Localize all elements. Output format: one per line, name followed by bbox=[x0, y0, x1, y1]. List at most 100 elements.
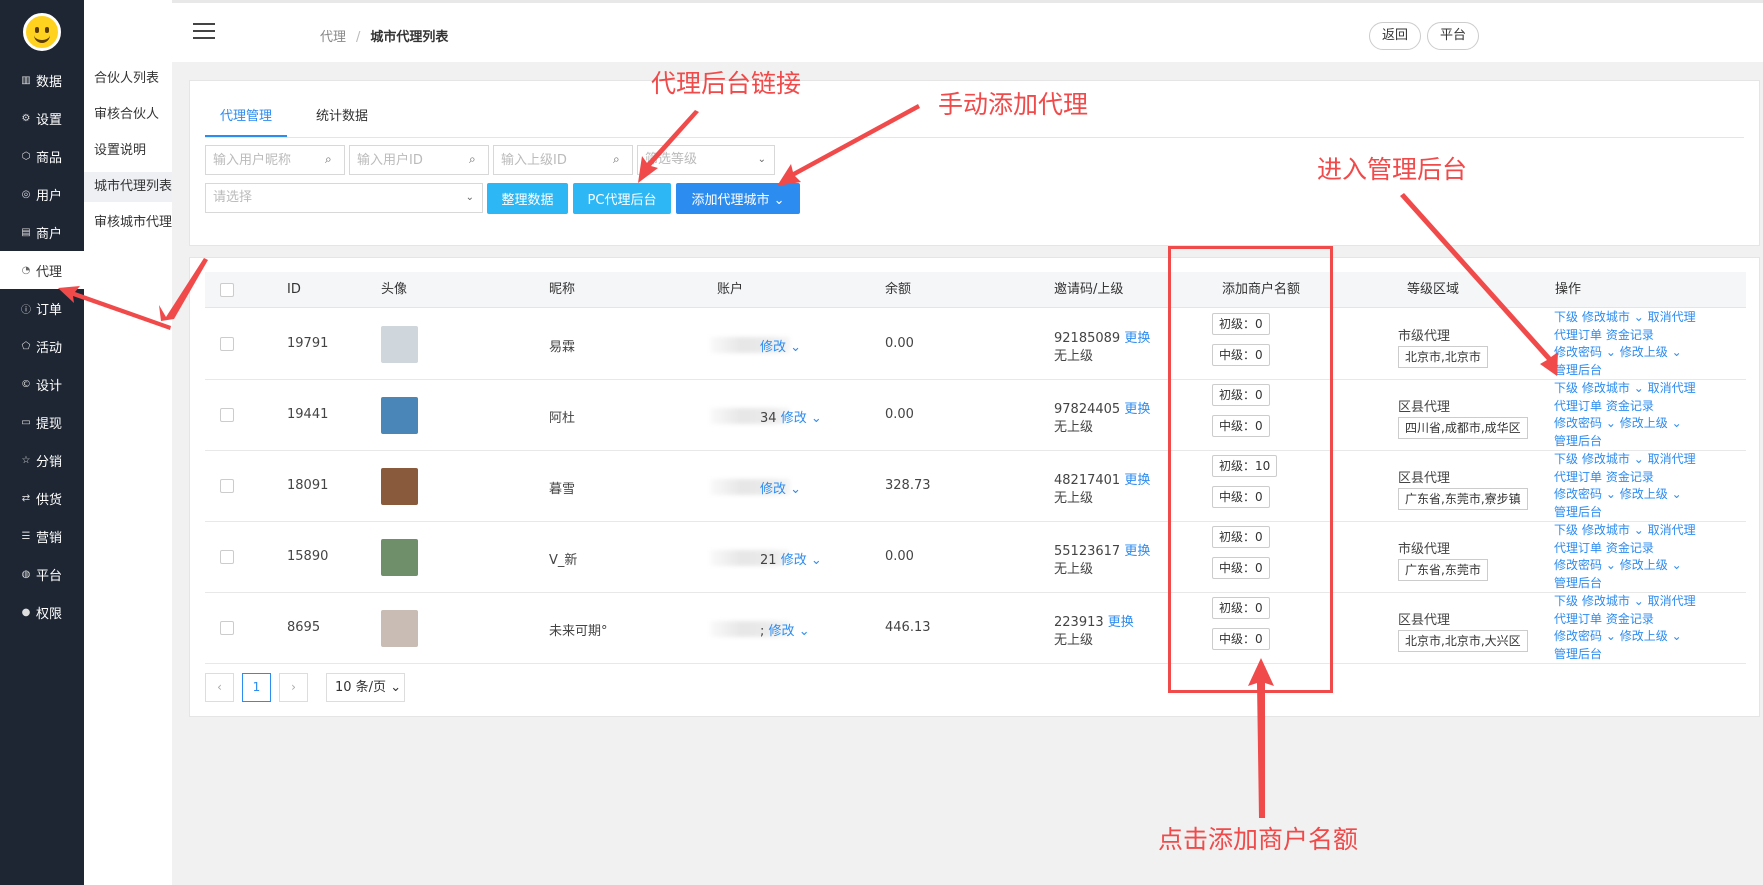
modify-password-link[interactable]: 修改密码 ⌄ bbox=[1554, 416, 1616, 430]
pagination-next-button[interactable]: › bbox=[279, 673, 308, 702]
modify-city-link[interactable]: 修改城市 ⌄ bbox=[1582, 594, 1644, 608]
sidebar-item-platform[interactable]: ◍ 平台 bbox=[0, 555, 84, 593]
admin-backend-link[interactable]: 管理后台 bbox=[1554, 647, 1602, 661]
admin-backend-link[interactable]: 管理后台 bbox=[1554, 363, 1602, 377]
subnav-item-review-partner[interactable]: 审核合伙人 bbox=[84, 100, 172, 130]
row-checkbox[interactable] bbox=[220, 621, 234, 635]
modify-city-link[interactable]: 修改城市 ⌄ bbox=[1582, 523, 1644, 537]
modify-account-link[interactable]: 修改 ⌄ bbox=[769, 624, 810, 639]
modify-parent-link[interactable]: 修改上级 ⌄ bbox=[1620, 345, 1682, 359]
modify-password-link[interactable]: 修改密码 ⌄ bbox=[1554, 629, 1616, 643]
cancel-agent-link[interactable]: 取消代理 bbox=[1648, 452, 1696, 466]
modify-password-link[interactable]: 修改密码 ⌄ bbox=[1554, 558, 1616, 572]
sidebar-item-products[interactable]: ⬡ 商品 bbox=[0, 137, 84, 175]
sidebar-item-design[interactable]: © 设计 bbox=[0, 365, 84, 403]
cancel-agent-link[interactable]: 取消代理 bbox=[1648, 310, 1696, 324]
sub-link[interactable]: 下级 bbox=[1554, 310, 1578, 324]
userid-search-input[interactable] bbox=[349, 145, 489, 175]
modify-parent-link[interactable]: 修改上级 ⌄ bbox=[1620, 558, 1682, 572]
sidebar-item-permissions[interactable]: ● 权限 bbox=[0, 593, 84, 631]
replace-invite-link[interactable]: 更换 bbox=[1124, 473, 1150, 488]
modify-account-link[interactable]: 修改 ⌄ bbox=[781, 553, 822, 568]
sidebar-item-users[interactable]: ◎ 用户 bbox=[0, 175, 84, 213]
select-all-checkbox[interactable] bbox=[220, 283, 234, 297]
page-size-select[interactable]: 10 条/页 ⌄ bbox=[326, 673, 405, 702]
fund-records-link[interactable]: 资金记录 bbox=[1606, 399, 1654, 413]
subnav-item-settings-notes[interactable]: 设置说明 bbox=[84, 136, 172, 166]
cancel-agent-link[interactable]: 取消代理 bbox=[1648, 523, 1696, 537]
modify-account-link[interactable]: 修改 ⌄ bbox=[760, 340, 801, 355]
admin-backend-link[interactable]: 管理后台 bbox=[1554, 434, 1602, 448]
modify-city-link[interactable]: 修改城市 ⌄ bbox=[1582, 381, 1644, 395]
modify-parent-link[interactable]: 修改上级 ⌄ bbox=[1620, 416, 1682, 430]
parentid-search-input[interactable] bbox=[493, 145, 633, 175]
nickname-search-input[interactable] bbox=[205, 145, 345, 175]
sidebar-item-data[interactable]: ▥ 数据 bbox=[0, 61, 84, 99]
sidebar-item-agents[interactable]: ◔ 代理 bbox=[0, 251, 84, 289]
sidebar-item-activities[interactable]: ⬠ 活动 bbox=[0, 327, 84, 365]
modify-city-link[interactable]: 修改城市 ⌄ bbox=[1582, 452, 1644, 466]
level-filter-select[interactable]: 筛选等级 ⌄ bbox=[637, 145, 775, 175]
region-select[interactable]: 请选择 ⌄ bbox=[205, 183, 483, 213]
region-field[interactable]: 广东省,东莞市,寮步镇 bbox=[1398, 488, 1528, 510]
fund-records-link[interactable]: 资金记录 bbox=[1606, 470, 1654, 484]
pagination-prev-button[interactable]: ‹ bbox=[205, 673, 234, 702]
fund-records-link[interactable]: 资金记录 bbox=[1606, 541, 1654, 555]
add-agent-city-button[interactable]: 添加代理城市 ⌄ bbox=[676, 183, 800, 214]
breadcrumb-item-agent[interactable]: 代理 bbox=[320, 30, 346, 45]
row-checkbox[interactable] bbox=[220, 550, 234, 564]
replace-invite-link[interactable]: 更换 bbox=[1124, 331, 1150, 346]
agent-orders-link[interactable]: 代理订单 bbox=[1554, 612, 1602, 626]
modify-account-link[interactable]: 修改 ⌄ bbox=[781, 411, 822, 426]
admin-backend-link[interactable]: 管理后台 bbox=[1554, 505, 1602, 519]
sidebar-item-settings[interactable]: ⚙ 设置 bbox=[0, 99, 84, 137]
sidebar-item-supply[interactable]: ⇄ 供货 bbox=[0, 479, 84, 517]
pc-agent-backend-button[interactable]: PC代理后台 bbox=[573, 183, 671, 214]
sub-link[interactable]: 下级 bbox=[1554, 381, 1578, 395]
replace-invite-link[interactable]: 更换 bbox=[1124, 402, 1150, 417]
tab-agent-management[interactable]: 代理管理 bbox=[205, 105, 287, 137]
agent-orders-link[interactable]: 代理订单 bbox=[1554, 541, 1602, 555]
subnav-item-partner-list[interactable]: 合伙人列表 bbox=[84, 64, 172, 94]
modify-account-link[interactable]: 修改 ⌄ bbox=[760, 482, 801, 497]
modify-parent-link[interactable]: 修改上级 ⌄ bbox=[1620, 487, 1682, 501]
modify-password-link[interactable]: 修改密码 ⌄ bbox=[1554, 345, 1616, 359]
sidebar-item-marketing[interactable]: ☰ 营销 bbox=[0, 517, 84, 555]
replace-invite-link[interactable]: 更换 bbox=[1124, 544, 1150, 559]
agent-orders-link[interactable]: 代理订单 bbox=[1554, 470, 1602, 484]
subnav-item-review-city-agent[interactable]: 审核城市代理 bbox=[84, 208, 172, 238]
sidebar-item-merchants[interactable]: ▤ 商户 bbox=[0, 213, 84, 251]
replace-invite-link[interactable]: 更换 bbox=[1108, 615, 1134, 630]
sidebar-item-orders[interactable]: ⓘ 订单 bbox=[0, 289, 84, 327]
region-field[interactable]: 北京市,北京市,大兴区 bbox=[1398, 630, 1528, 652]
modify-city-link[interactable]: 修改城市 ⌄ bbox=[1582, 310, 1644, 324]
agent-orders-link[interactable]: 代理订单 bbox=[1554, 328, 1602, 342]
sidebar-item-distribution[interactable]: ☆ 分销 bbox=[0, 441, 84, 479]
fund-records-link[interactable]: 资金记录 bbox=[1606, 612, 1654, 626]
sidebar-item-withdraw[interactable]: ▭ 提现 bbox=[0, 403, 84, 441]
avatar-logo[interactable] bbox=[23, 13, 61, 51]
cancel-agent-link[interactable]: 取消代理 bbox=[1648, 594, 1696, 608]
region-field[interactable]: 广东省,东莞市 bbox=[1398, 559, 1488, 581]
agent-orders-link[interactable]: 代理订单 bbox=[1554, 399, 1602, 413]
back-button[interactable]: 返回 bbox=[1369, 22, 1422, 50]
region-field[interactable]: 四川省,成都市,成华区 bbox=[1398, 417, 1528, 439]
row-checkbox[interactable] bbox=[220, 479, 234, 493]
tidy-data-button[interactable]: 整理数据 bbox=[487, 183, 568, 214]
platform-button[interactable]: 平台 bbox=[1427, 22, 1480, 50]
sub-link[interactable]: 下级 bbox=[1554, 523, 1578, 537]
sub-link[interactable]: 下级 bbox=[1554, 452, 1578, 466]
admin-backend-link[interactable]: 管理后台 bbox=[1554, 576, 1602, 590]
hamburger-menu-icon[interactable] bbox=[193, 23, 215, 39]
subnav-item-city-agent-list[interactable]: 城市代理列表 bbox=[84, 172, 172, 202]
pagination-page-1[interactable]: 1 bbox=[242, 673, 271, 702]
row-checkbox[interactable] bbox=[220, 337, 234, 351]
cancel-agent-link[interactable]: 取消代理 bbox=[1648, 381, 1696, 395]
modify-password-link[interactable]: 修改密码 ⌄ bbox=[1554, 487, 1616, 501]
row-checkbox[interactable] bbox=[220, 408, 234, 422]
tab-statistics[interactable]: 统计数据 bbox=[316, 105, 368, 137]
modify-parent-link[interactable]: 修改上级 ⌄ bbox=[1620, 629, 1682, 643]
region-field[interactable]: 北京市,北京市 bbox=[1398, 346, 1488, 368]
fund-records-link[interactable]: 资金记录 bbox=[1606, 328, 1654, 342]
sub-link[interactable]: 下级 bbox=[1554, 594, 1578, 608]
